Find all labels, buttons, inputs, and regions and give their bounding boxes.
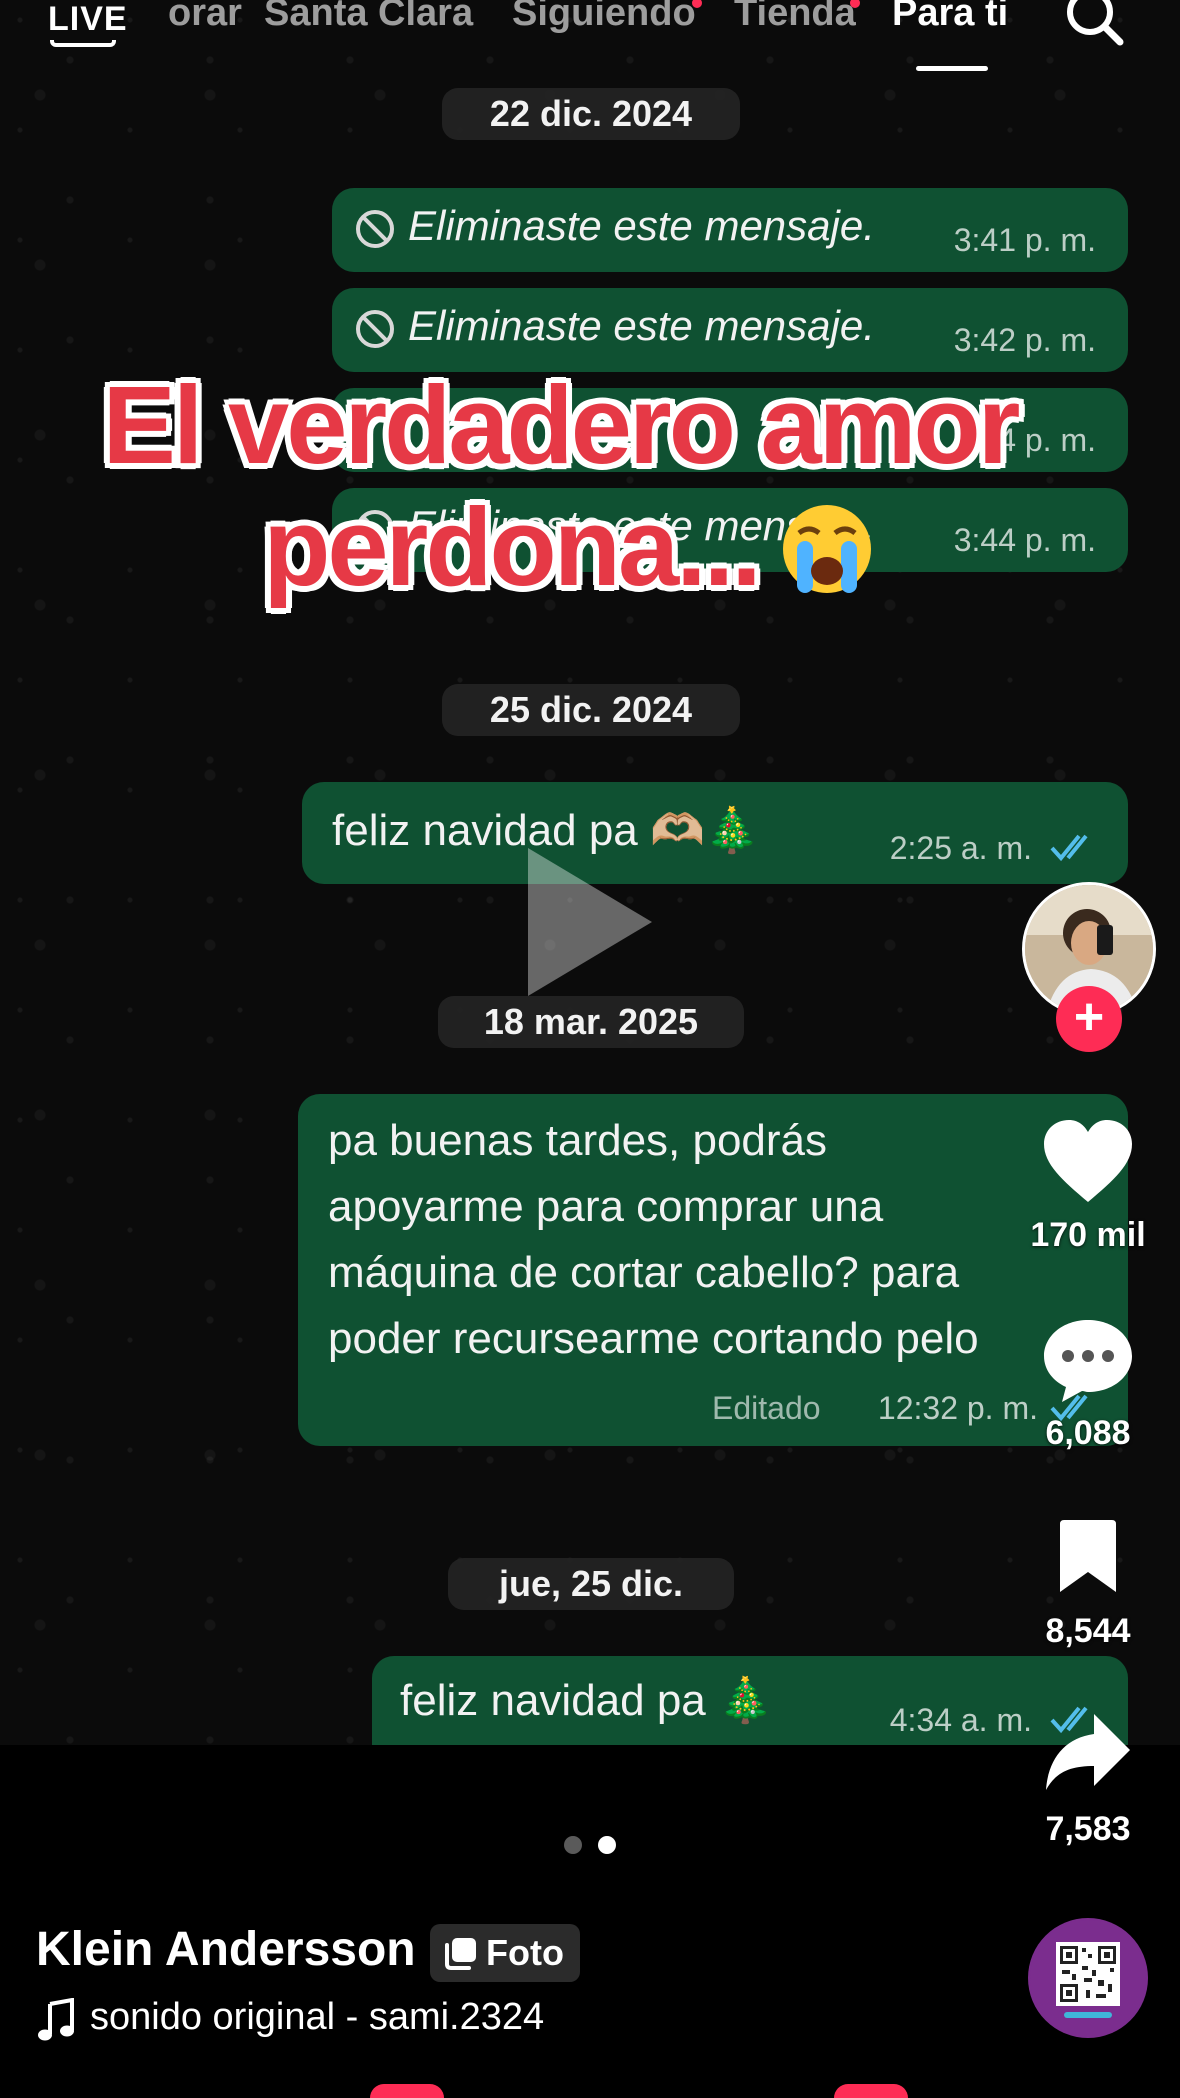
crying-face-icon (782, 505, 871, 593)
heart-icon[interactable] (1042, 1120, 1134, 1204)
date-separator: jue, 25 dic. (448, 1558, 734, 1610)
carousel-dot-1[interactable] (564, 1836, 582, 1854)
message-bubble: feliz navidad pa 🫶🏼🎄 2:25 a. m. (302, 782, 1128, 884)
deleted-icon (356, 210, 394, 248)
bottom-nav-badge[interactable] (370, 2084, 444, 2098)
message-bubble: feliz navidad pa 🎄 4:34 a. m. (372, 1656, 1128, 1745)
message-line: máquina de cortar cabello? para (328, 1248, 960, 1297)
notification-dot (850, 0, 860, 8)
active-tab-indicator (916, 66, 988, 71)
deleted-icon (356, 310, 394, 348)
read-checks-icon (1050, 834, 1088, 862)
message-line: poder recursearme cortando pelo (328, 1314, 979, 1363)
message-time: 2:25 a. m. (889, 830, 1032, 866)
photo-stack-icon (445, 1938, 476, 1970)
overlay-title-line2: perdona... (263, 486, 762, 609)
music-note-icon (38, 1998, 74, 2041)
author-name[interactable]: Klein Andersson (36, 1922, 416, 1977)
notification-dot (692, 0, 702, 8)
tab-para-ti[interactable]: Para ti (892, 0, 1008, 35)
play-icon[interactable] (520, 842, 660, 1002)
message-time: 3:41 p. m. (953, 222, 1096, 258)
message-line: pa buenas tardes, podrás (328, 1116, 828, 1165)
tab-explorar[interactable]: orar (168, 0, 242, 35)
comment-icon[interactable] (1042, 1318, 1134, 1404)
follow-plus-button[interactable]: + (1056, 986, 1122, 1052)
video-stage[interactable]: 22 dic. 2024 Eliminaste este mensaje. 3:… (0, 0, 1180, 1745)
saves-count: 8,544 (1045, 1612, 1131, 1650)
top-navigation: LIVE orar Santa Clara Siguiendo Tienda P… (0, 0, 1180, 80)
message-time: 3:42 p. m. (953, 322, 1096, 358)
message-bubble: pa buenas tardes, podrás apoyarme para c… (298, 1094, 1128, 1446)
comments-count: 6,088 (1045, 1414, 1131, 1452)
date-separator: 18 mar. 2025 (438, 996, 744, 1048)
tab-tienda[interactable]: Tienda (734, 0, 856, 35)
bottom-nav-badge[interactable] (834, 2084, 908, 2098)
search-icon[interactable] (1062, 0, 1126, 48)
message-text: feliz navidad pa 🎄 (400, 1676, 773, 1725)
edited-label: Editado (712, 1390, 821, 1426)
overlay-title-line2-wrap: perdona... (10, 484, 1130, 611)
deleted-message-text: Eliminaste este mensaje. (408, 202, 875, 249)
message-time: 4:34 a. m. (889, 1702, 1032, 1738)
message-line: apoyarme para comprar una (328, 1182, 884, 1231)
live-tv-icon (50, 40, 116, 47)
sound-name[interactable]: sonido original - sami.2324 (90, 1996, 544, 2039)
tab-santa-clara[interactable]: Santa Clara (264, 0, 473, 35)
sound-cover-qr (1030, 1920, 1146, 2036)
deleted-message-bubble: Eliminaste este mensaje. 3:42 p. m. (332, 288, 1128, 372)
bookmark-icon[interactable] (1056, 1520, 1120, 1594)
foto-badge-label: Foto (486, 1932, 564, 1973)
sound-disc[interactable] (1028, 1918, 1148, 2038)
date-separator: 22 dic. 2024 (442, 88, 740, 140)
share-icon[interactable] (1044, 1712, 1132, 1792)
deleted-message-bubble: Eliminaste este mensaje. 3:41 p. m. (332, 188, 1128, 272)
foto-badge: Foto (430, 1924, 580, 1982)
date-separator: 25 dic. 2024 (442, 684, 740, 736)
deleted-message-text: Eliminaste este mensaje. (408, 302, 875, 349)
live-button[interactable]: LIVE (48, 0, 128, 39)
overlay-title-line1: El verdadero amor (102, 364, 1021, 487)
likes-count: 170 mil (1030, 1216, 1146, 1254)
carousel-dot-2-active[interactable] (598, 1836, 616, 1854)
tab-siguiendo[interactable]: Siguiendo (512, 0, 696, 35)
shares-count: 7,583 (1045, 1810, 1131, 1848)
